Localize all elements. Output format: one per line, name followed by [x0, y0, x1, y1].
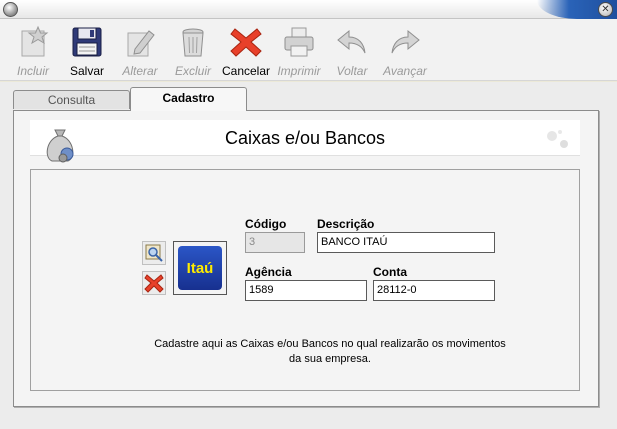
incluir-button[interactable]: Incluir: [6, 22, 60, 78]
form-header: Caixas e/ou Bancos: [30, 120, 580, 163]
salvar-button[interactable]: Salvar: [60, 22, 114, 78]
trash-can-icon: [182, 28, 204, 57]
floppy-disk-icon: [72, 27, 102, 57]
system-menu-icon[interactable]: [3, 2, 18, 17]
magnifier-image-icon: [145, 244, 163, 262]
agencia-label: Agência: [245, 265, 292, 279]
descricao-label: Descrição: [317, 217, 375, 231]
printer-icon: [284, 27, 314, 57]
bank-logo-frame: Itaú: [173, 241, 227, 295]
remove-image-button[interactable]: [142, 271, 166, 295]
excluir-button[interactable]: Excluir: [166, 22, 220, 78]
alterar-button[interactable]: Alterar: [113, 22, 167, 78]
tab-consulta[interactable]: Consulta: [13, 90, 130, 109]
itau-logo: Itaú: [178, 246, 222, 290]
red-x-small-icon: [144, 274, 164, 293]
tab-cadastro[interactable]: Cadastro: [130, 87, 247, 111]
window-titlebar: ✕: [0, 0, 617, 19]
main-area: Consulta Cadastro Caixas e/ou Bancos Ita…: [0, 82, 617, 429]
pencil-edit-icon: [127, 30, 155, 57]
avancar-label: Avançar: [383, 64, 427, 78]
back-arrow-icon: [337, 29, 366, 54]
decorative-dots-icon: [547, 130, 568, 148]
forward-arrow-icon: [391, 29, 420, 54]
form-title: Caixas e/ou Bancos: [224, 128, 386, 148]
star-add-icon: [21, 25, 49, 57]
help-text: Cadastre aqui as Caixas e/ou Bancos no q…: [154, 338, 506, 365]
conta-field[interactable]: 28112-0: [373, 280, 495, 301]
avancar-button[interactable]: Avançar: [378, 22, 432, 78]
descricao-field[interactable]: BANCO ITAÚ: [317, 232, 495, 253]
agencia-field[interactable]: 1589: [245, 280, 367, 301]
red-x-icon: [230, 28, 262, 57]
codigo-label: Código: [245, 217, 287, 231]
search-image-button[interactable]: [142, 241, 166, 265]
codigo-field: 3: [245, 232, 305, 253]
close-button[interactable]: ✕: [598, 2, 613, 17]
cadastro-panel: Caixas e/ou Bancos Itaú Código 3 Descriç…: [13, 110, 599, 407]
voltar-button[interactable]: Voltar: [325, 22, 379, 78]
imprimir-button[interactable]: Imprimir: [272, 22, 326, 78]
conta-label: Conta: [373, 265, 407, 279]
itau-logo-text: Itaú: [186, 259, 214, 277]
incluir-label: Incluir: [16, 64, 49, 78]
cancelar-button[interactable]: Cancelar: [219, 22, 273, 78]
toolbar: Incluir Salvar Alterar Excluir Cancelar …: [0, 19, 617, 81]
